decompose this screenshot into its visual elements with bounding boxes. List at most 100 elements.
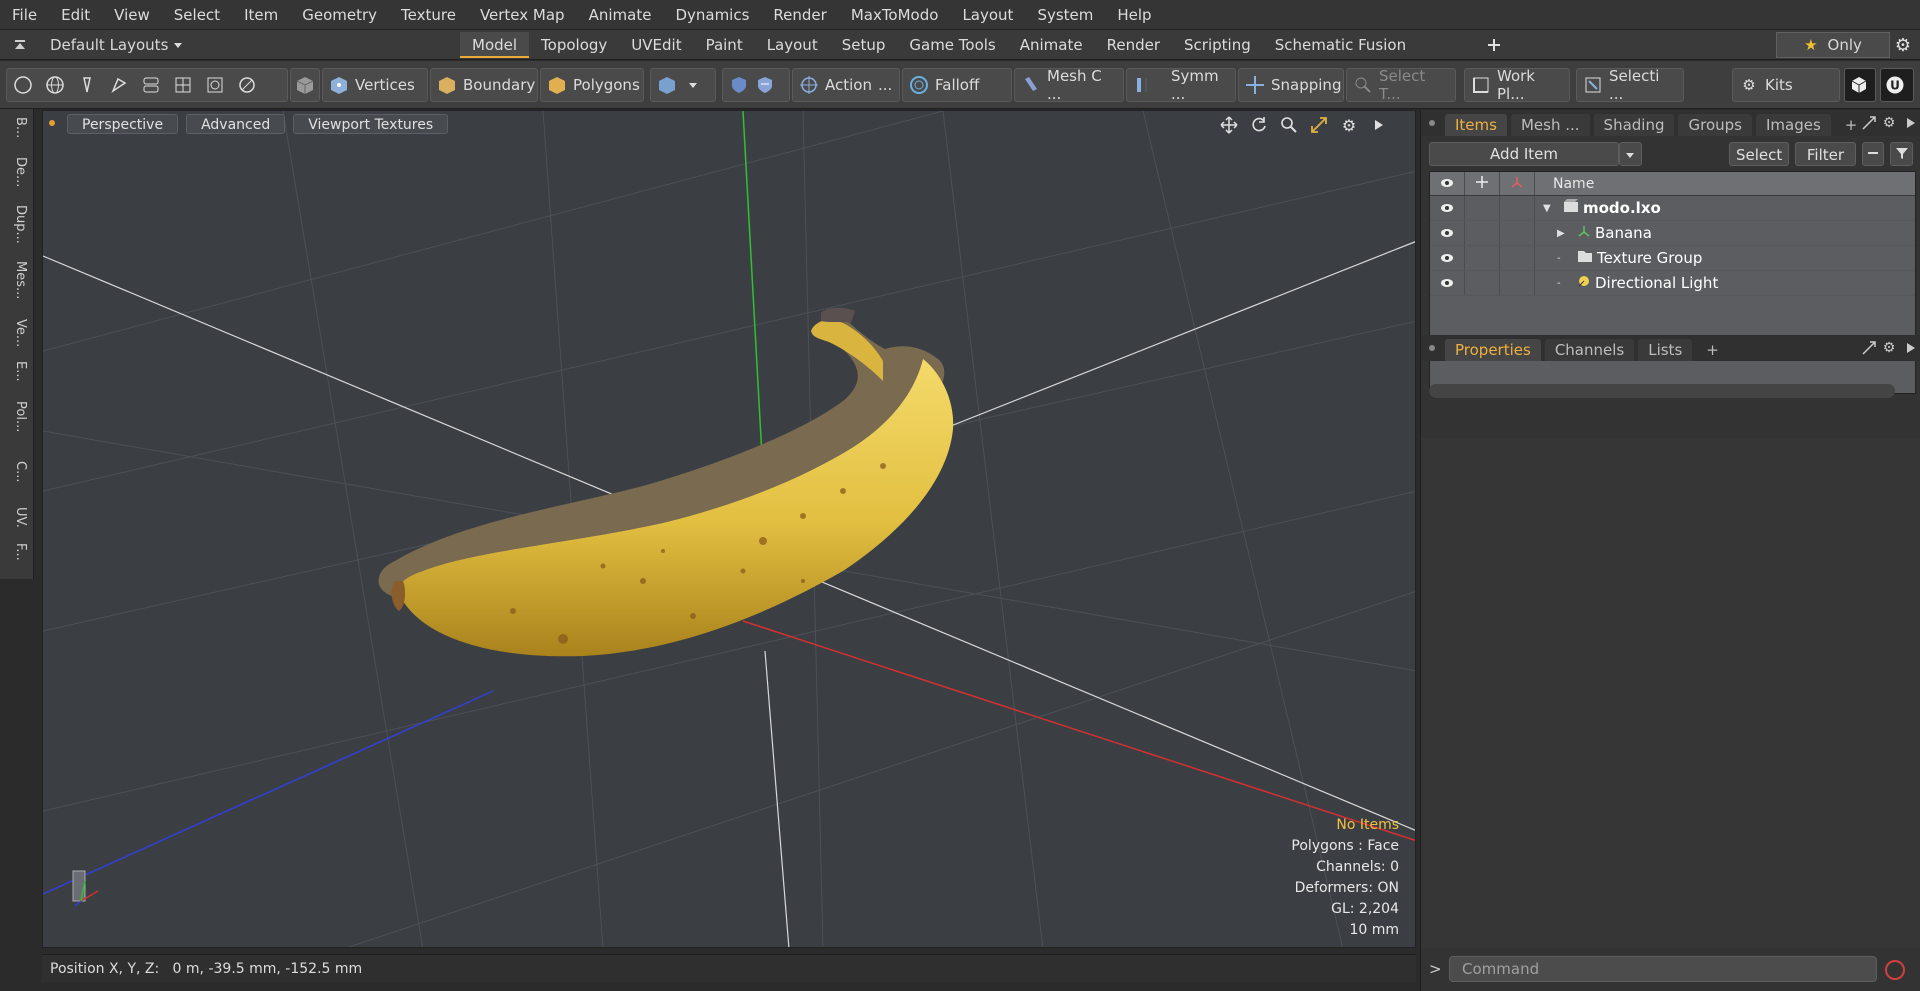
panel-gear-icon[interactable]: ⚙	[1879, 113, 1899, 133]
layout-preset[interactable]: Default Layouts	[0, 30, 188, 60]
tab-paint[interactable]: Paint	[694, 32, 755, 58]
props-dot-icon[interactable]	[1429, 345, 1435, 351]
menu-dynamics[interactable]: Dynamics	[663, 0, 761, 30]
panel-tab-groups[interactable]: Groups	[1678, 114, 1752, 136]
props-arrow-icon[interactable]	[1901, 338, 1920, 358]
tab-game-tools[interactable]: Game Tools	[897, 32, 1007, 58]
panel-tab-channels[interactable]: Channels	[1544, 339, 1635, 361]
add-item-dropdown[interactable]	[1619, 142, 1642, 166]
unreal-button[interactable]: U	[1880, 68, 1914, 102]
viewport-gear-icon[interactable]: ⚙	[1339, 115, 1359, 135]
menu-view[interactable]: View	[102, 0, 162, 30]
lock-column[interactable]	[1465, 172, 1500, 195]
item-row[interactable]: ▼ modo.lxo	[1430, 196, 1915, 221]
name-column-header[interactable]: Name	[1553, 176, 1594, 192]
tab-layout[interactable]: Layout	[755, 32, 830, 58]
item-row[interactable]: ▶ Banana	[1430, 221, 1915, 246]
expand-arrow-icon[interactable]	[1369, 115, 1389, 135]
type-cell[interactable]	[1500, 271, 1535, 295]
type-cell[interactable]	[1500, 246, 1535, 270]
pan-icon[interactable]	[1219, 115, 1239, 135]
boundary-button[interactable]: Boundary	[430, 68, 538, 102]
visibility-cell[interactable]	[1430, 246, 1465, 270]
tab-scripting[interactable]: Scripting	[1172, 32, 1263, 58]
expand-arrow-icon[interactable]: ▶	[1557, 228, 1571, 239]
unity-button[interactable]	[1844, 68, 1876, 102]
select-button[interactable]: Select	[1729, 142, 1790, 166]
viewport-viewport-textures-button[interactable]: Viewport Textures	[293, 114, 449, 134]
tab-model[interactable]: Model	[460, 32, 530, 58]
globe-icon[interactable]	[45, 75, 65, 95]
tab-render[interactable]: Render	[1095, 32, 1172, 58]
visibility-cell[interactable]	[1430, 271, 1465, 295]
props-gear-icon[interactable]: ⚙	[1879, 338, 1899, 358]
record-icon[interactable]	[1885, 960, 1905, 980]
menu-render[interactable]: Render	[761, 0, 838, 30]
tree-connector[interactable]: -	[1557, 278, 1571, 289]
snapping-button[interactable]: Snapping	[1238, 68, 1344, 102]
type-cell[interactable]	[1500, 221, 1535, 245]
menu-edit[interactable]: Edit	[49, 0, 102, 30]
add-tab-icon[interactable]	[1484, 35, 1504, 55]
lock-cell[interactable]	[1465, 196, 1500, 220]
center-select-icon[interactable]	[205, 75, 225, 95]
polygons-button[interactable]: Polygons	[540, 68, 644, 102]
chevron-down-icon[interactable]	[168, 35, 188, 55]
shield-icon[interactable]	[729, 75, 749, 95]
visibility-column[interactable]	[1430, 172, 1465, 195]
props-expand-icon[interactable]	[1859, 338, 1879, 358]
layout-preset-label[interactable]: Default Layouts	[50, 36, 168, 54]
lock-cell[interactable]	[1465, 271, 1500, 295]
selection-sets-button[interactable]: Selecti ...	[1576, 67, 1684, 103]
left-tab-3[interactable]: Mes...	[6, 261, 28, 299]
panel-tab-mesh[interactable]: Mesh ...	[1510, 114, 1590, 136]
3d-viewport[interactable]: Perspective Advanced Viewport Textures ⚙ N…	[42, 110, 1416, 948]
panel-tab-items[interactable]: Items	[1445, 114, 1507, 136]
tab-topology[interactable]: Topology	[529, 32, 619, 58]
filter-button[interactable]: Filter	[1795, 142, 1856, 166]
circle-select-icon[interactable]	[13, 75, 33, 95]
element-select-icon[interactable]	[141, 75, 161, 95]
material-mode-dropdown[interactable]	[650, 68, 716, 102]
type-cell[interactable]	[1500, 196, 1535, 220]
panel-expand-icon[interactable]	[1859, 113, 1879, 133]
work-plane-button[interactable]: Work Pl...	[1464, 67, 1570, 103]
collapse-all-button[interactable]	[1861, 142, 1885, 166]
tab-setup[interactable]: Setup	[830, 32, 898, 58]
left-tab-7[interactable]: C...	[6, 461, 28, 482]
add-item-button[interactable]: Add Item	[1429, 142, 1620, 166]
visibility-cell[interactable]	[1430, 221, 1465, 245]
menu-texture[interactable]: Texture	[389, 0, 468, 30]
grid-select-icon[interactable]	[173, 75, 193, 95]
tab-animate[interactable]: Animate	[1008, 32, 1095, 58]
viewport-dot-icon[interactable]	[49, 120, 55, 126]
banana-mesh[interactable]	[378, 307, 954, 657]
left-tab-1[interactable]: De...	[6, 157, 28, 187]
kits-button[interactable]: ⚙ Kits	[1732, 68, 1840, 102]
tab-schematic-fusion[interactable]: Schematic Fusion	[1263, 32, 1418, 58]
menu-select[interactable]: Select	[162, 0, 232, 30]
vertices-button[interactable]: Vertices	[322, 68, 428, 102]
select-through-button[interactable]: Select T...	[1346, 67, 1456, 103]
menu-item[interactable]: Item	[232, 0, 290, 30]
menu-geometry[interactable]: Geometry	[290, 0, 389, 30]
panel-dot-icon[interactable]	[1429, 120, 1435, 126]
item-row[interactable]: - Directional Light	[1430, 271, 1915, 296]
menu-maxtomodo[interactable]: MaxToModo	[839, 0, 951, 30]
lock-cell[interactable]	[1465, 246, 1500, 270]
item-row[interactable]: - Texture Group	[1430, 246, 1915, 271]
left-tab-0[interactable]: B...	[6, 117, 28, 138]
action-button[interactable]: Action ...	[792, 68, 900, 102]
collapse-arrow-icon[interactable]: ▼	[1543, 203, 1557, 214]
lock-cell[interactable]	[1465, 221, 1500, 245]
panel-tab-properties[interactable]: Properties	[1445, 339, 1541, 361]
pin-icon[interactable]	[77, 75, 97, 95]
pivot-icon[interactable]	[237, 75, 257, 95]
symmetry-button[interactable]: Symm ...	[1126, 67, 1236, 103]
funnel-button[interactable]	[1890, 142, 1913, 166]
left-tab-4[interactable]: Ve...	[6, 319, 28, 347]
fit-icon[interactable]	[1309, 115, 1329, 135]
panel-arrow-icon[interactable]	[1901, 113, 1920, 133]
left-tab-2[interactable]: Dup...	[6, 205, 28, 244]
gear-icon[interactable]: ⚙	[1893, 35, 1913, 56]
